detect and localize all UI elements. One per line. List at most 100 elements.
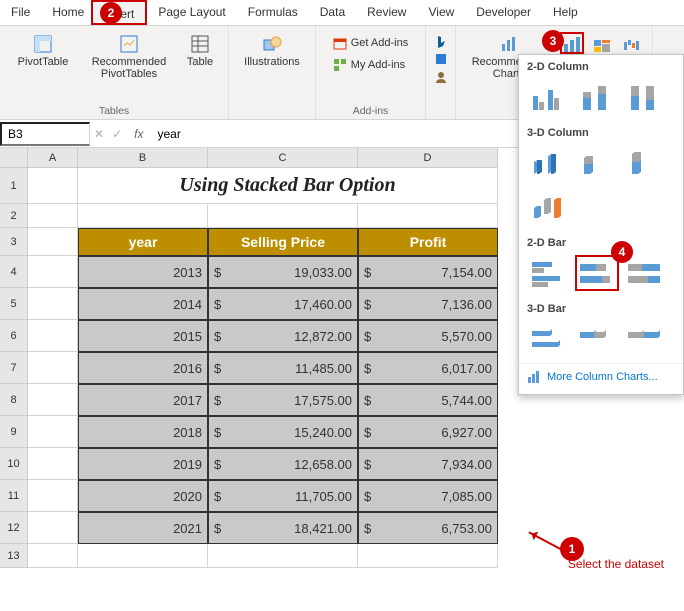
row-header[interactable]: 12 [0, 512, 28, 544]
row-header[interactable]: 11 [0, 480, 28, 512]
cell-selling[interactable]: $11,485.00 [208, 352, 358, 384]
cell-profit[interactable]: $5,570.00 [358, 320, 498, 352]
btn-pivottable[interactable]: PivotTable [8, 30, 78, 68]
row-header[interactable]: 2 [0, 204, 28, 228]
row-header[interactable]: 4 [0, 256, 28, 288]
btn-illustrations[interactable]: Illustrations [237, 30, 307, 68]
cell[interactable] [28, 228, 78, 256]
select-all-corner[interactable] [0, 148, 28, 168]
row-header[interactable]: 13 [0, 544, 28, 568]
tab-file[interactable]: File [0, 0, 41, 25]
cell-selling[interactable]: $18,421.00 [208, 512, 358, 544]
header-year[interactable]: year [78, 228, 208, 256]
tab-data[interactable]: Data [309, 0, 356, 25]
cell-year[interactable]: 2014 [78, 288, 208, 320]
btn-recommended-pivot[interactable]: Recommended PivotTables [84, 30, 174, 80]
cell-year[interactable]: 2021 [78, 512, 208, 544]
opt-stacked-bar[interactable] [575, 255, 619, 291]
cell[interactable] [208, 544, 358, 568]
row-header[interactable]: 1 [0, 168, 28, 204]
opt-stacked-column[interactable] [575, 79, 619, 115]
cell-year[interactable]: 2020 [78, 480, 208, 512]
cell-selling[interactable]: $11,705.00 [208, 480, 358, 512]
cell[interactable] [28, 384, 78, 416]
tab-view[interactable]: View [417, 0, 465, 25]
cell-profit[interactable]: $7,085.00 [358, 480, 498, 512]
row-header[interactable]: 8 [0, 384, 28, 416]
btn-cancel[interactable]: ✕ [90, 127, 108, 141]
cell[interactable] [28, 512, 78, 544]
cell-selling[interactable]: $17,575.00 [208, 384, 358, 416]
btn-table[interactable]: Table [180, 30, 220, 68]
cell[interactable] [28, 416, 78, 448]
cell-year[interactable]: 2018 [78, 416, 208, 448]
cell-profit[interactable]: $6,927.00 [358, 416, 498, 448]
opt-3d-100-stacked-bar[interactable] [623, 321, 667, 357]
btn-my-addins[interactable]: My Add-ins [333, 56, 405, 74]
opt-3d-column[interactable] [527, 189, 571, 225]
cell-profit[interactable]: $7,934.00 [358, 448, 498, 480]
opt-3d-100-stacked-column[interactable] [623, 145, 667, 181]
more-column-charts[interactable]: More Column Charts... [519, 363, 683, 390]
cell-profit[interactable]: $7,136.00 [358, 288, 498, 320]
cell-year[interactable]: 2015 [78, 320, 208, 352]
cell[interactable] [358, 544, 498, 568]
col-header[interactable]: C [208, 148, 358, 168]
opt-3d-stacked-bar[interactable] [575, 321, 619, 357]
cell[interactable] [358, 204, 498, 228]
cell-year[interactable]: 2019 [78, 448, 208, 480]
opt-clustered-column[interactable] [527, 79, 571, 115]
bing-icon[interactable] [434, 34, 448, 48]
people-icon[interactable] [434, 70, 448, 84]
tab-review[interactable]: Review [356, 0, 417, 25]
btn-hierarchy-chart[interactable] [590, 32, 614, 54]
btn-waterfall-chart[interactable] [620, 32, 644, 54]
cell[interactable] [28, 168, 78, 204]
cell-year[interactable]: 2016 [78, 352, 208, 384]
col-header[interactable]: A [28, 148, 78, 168]
cell-grid[interactable]: Using Stacked Bar Option year Selling Pr… [28, 168, 498, 568]
row-header[interactable]: 7 [0, 352, 28, 384]
tab-home[interactable]: Home [41, 0, 91, 25]
opt-3d-clustered-column[interactable] [527, 145, 571, 181]
tab-formulas[interactable]: Formulas [237, 0, 309, 25]
row-header[interactable]: 6 [0, 320, 28, 352]
cell[interactable] [28, 544, 78, 568]
cell[interactable] [28, 352, 78, 384]
cell-profit[interactable]: $6,017.00 [358, 352, 498, 384]
header-profit[interactable]: Profit [358, 228, 498, 256]
cell-year[interactable]: 2017 [78, 384, 208, 416]
visio-icon[interactable] [434, 52, 448, 66]
cell[interactable] [28, 320, 78, 352]
cell[interactable] [28, 288, 78, 320]
opt-100-stacked-column[interactable] [623, 79, 667, 115]
tab-page-layout[interactable]: Page Layout [147, 0, 236, 25]
col-header[interactable]: D [358, 148, 498, 168]
cell-selling[interactable]: $17,460.00 [208, 288, 358, 320]
btn-get-addins[interactable]: Get Add-ins [333, 34, 408, 52]
cell[interactable] [28, 448, 78, 480]
fx-icon[interactable]: fx [126, 127, 151, 141]
cell-year[interactable]: 2013 [78, 256, 208, 288]
cell-selling[interactable]: $15,240.00 [208, 416, 358, 448]
title-cell[interactable]: Using Stacked Bar Option [78, 168, 498, 204]
cell-selling[interactable]: $19,033.00 [208, 256, 358, 288]
opt-3d-clustered-bar[interactable] [527, 321, 571, 357]
row-header[interactable]: 3 [0, 228, 28, 256]
opt-clustered-bar[interactable] [527, 255, 571, 291]
cell[interactable] [78, 204, 208, 228]
cell[interactable] [28, 480, 78, 512]
name-box[interactable] [0, 122, 90, 146]
row-header[interactable]: 5 [0, 288, 28, 320]
cell-selling[interactable]: $12,658.00 [208, 448, 358, 480]
btn-enter[interactable]: ✓ [108, 127, 126, 141]
tab-help[interactable]: Help [542, 0, 589, 25]
cell[interactable] [28, 256, 78, 288]
tab-developer[interactable]: Developer [465, 0, 542, 25]
row-header[interactable]: 10 [0, 448, 28, 480]
row-header[interactable]: 9 [0, 416, 28, 448]
col-header[interactable]: B [78, 148, 208, 168]
cell[interactable] [28, 204, 78, 228]
cell-profit[interactable]: $6,753.00 [358, 512, 498, 544]
opt-3d-stacked-column[interactable] [575, 145, 619, 181]
